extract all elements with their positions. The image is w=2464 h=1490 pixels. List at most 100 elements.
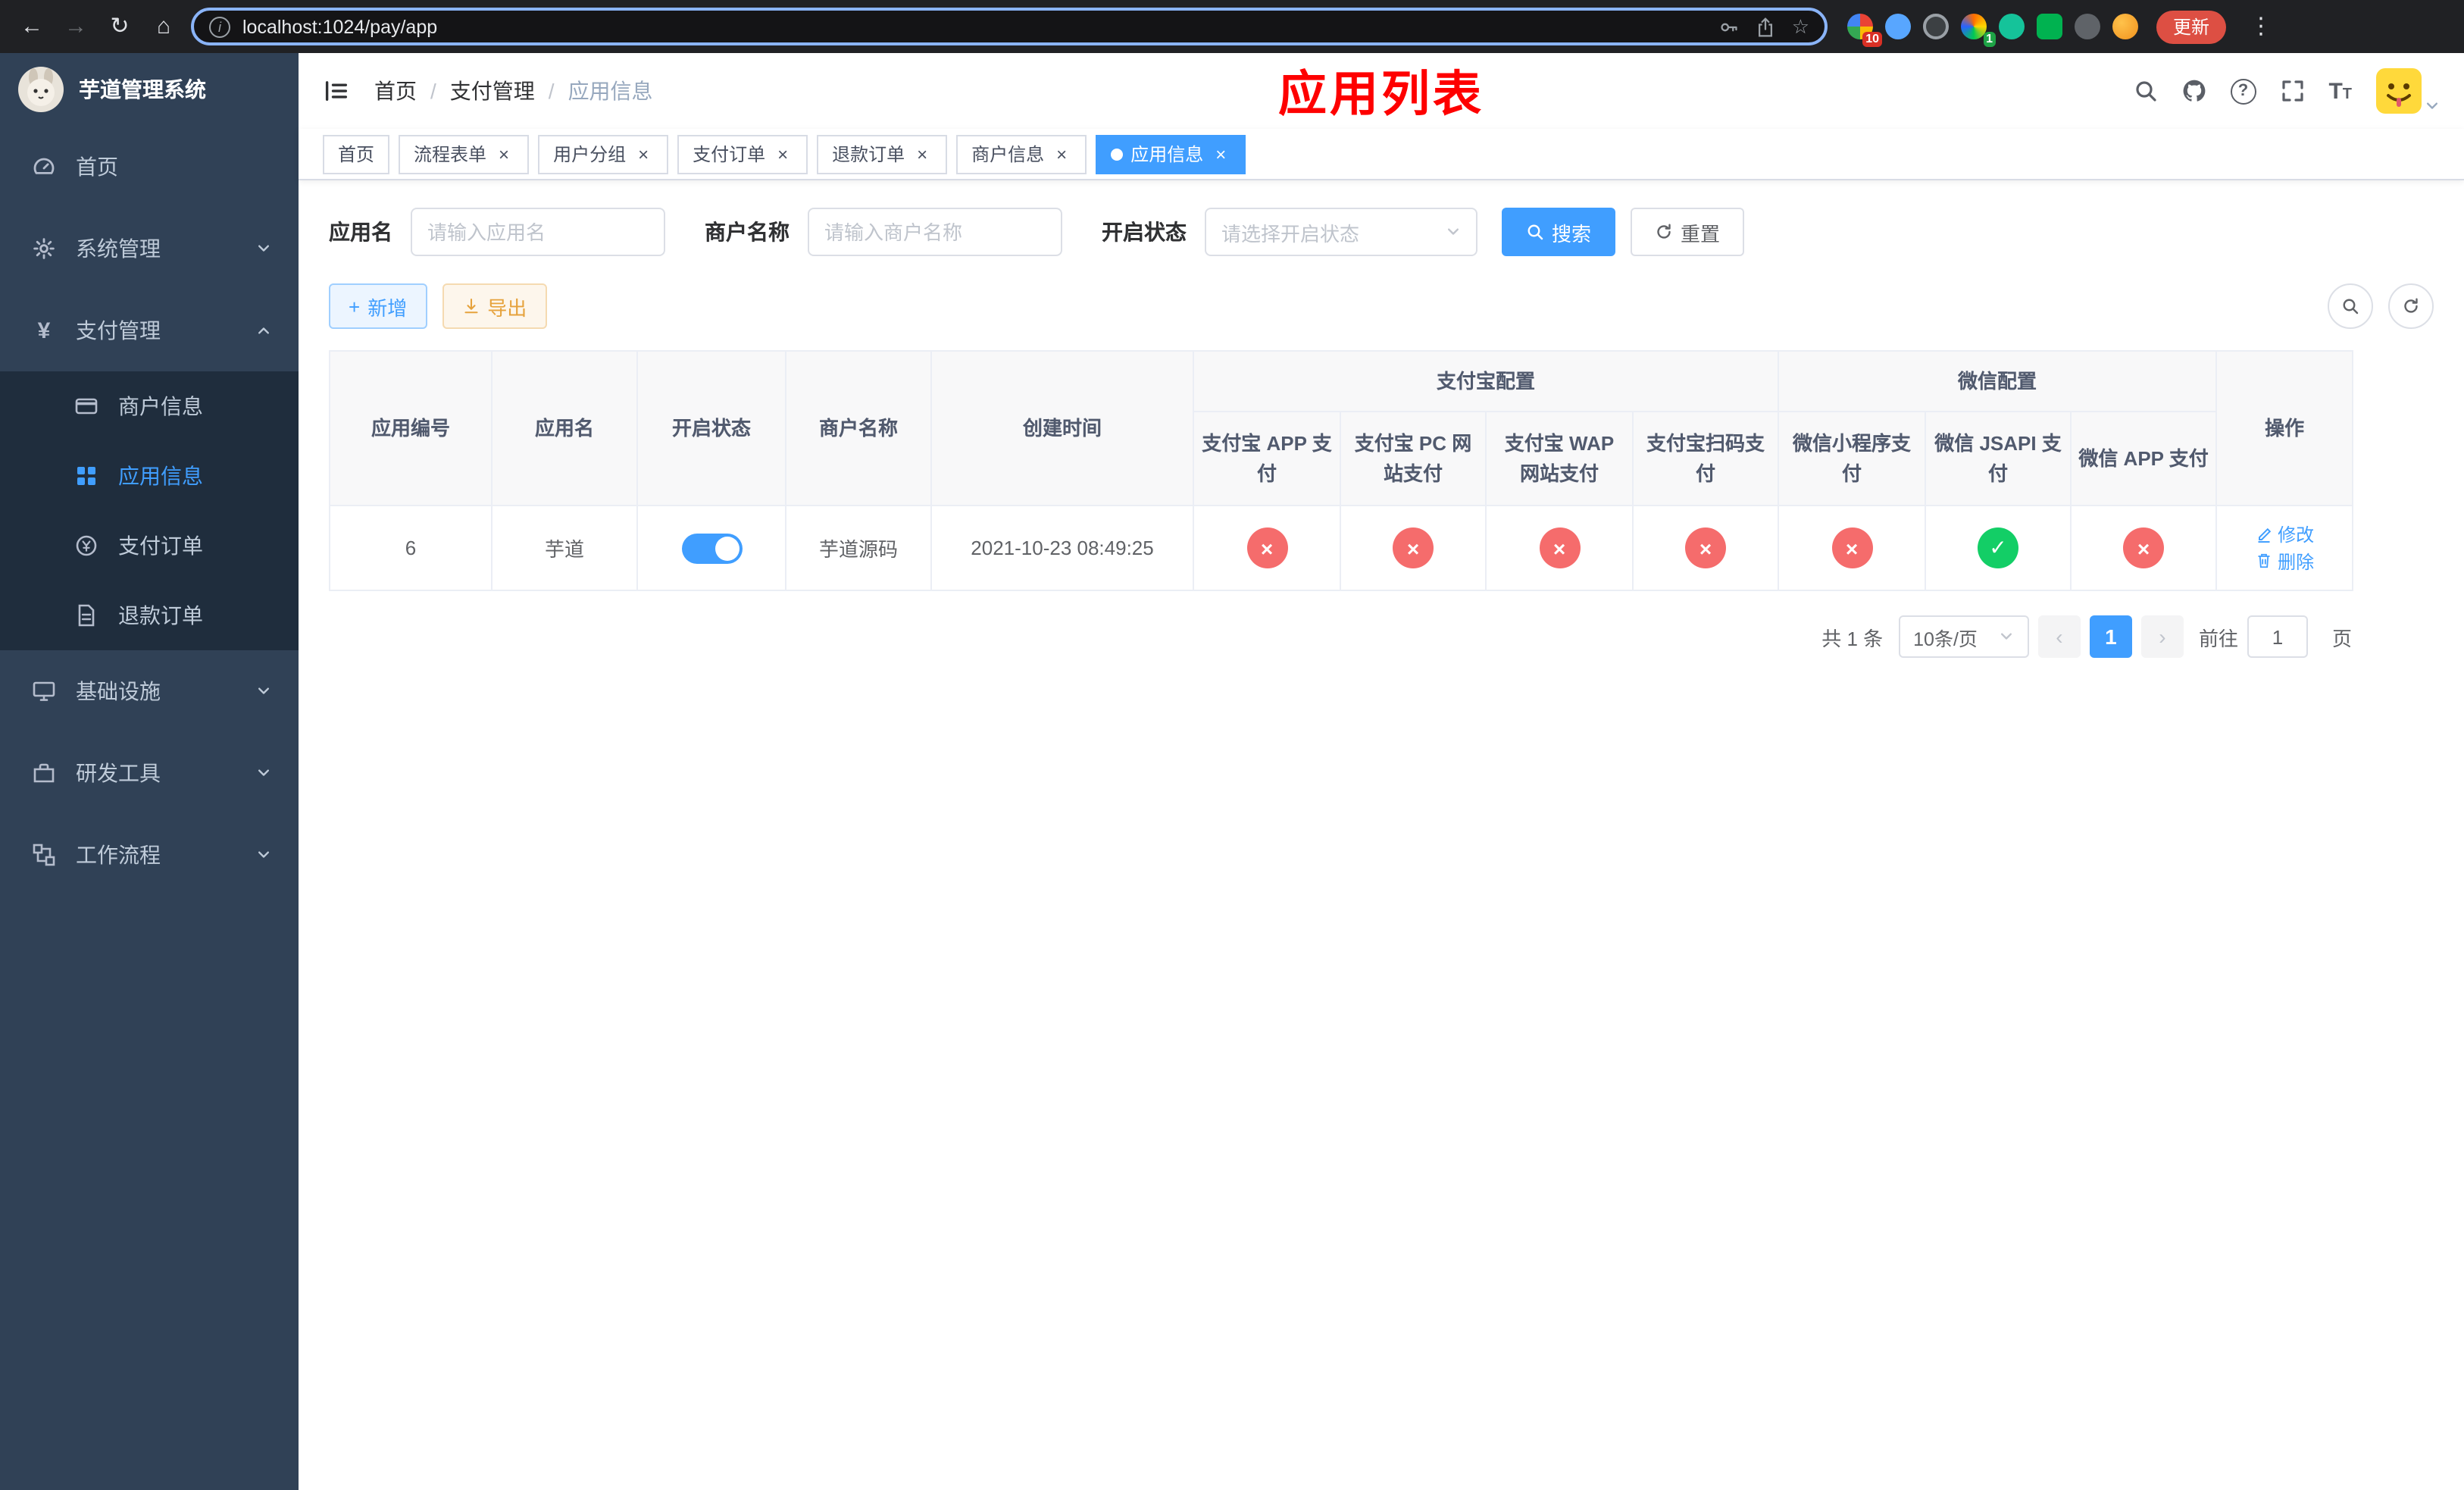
toggle-search-button[interactable]: [2328, 283, 2373, 329]
edit-link[interactable]: 修改: [2255, 521, 2314, 547]
breadcrumb-payment[interactable]: 支付管理: [450, 76, 535, 106]
col-header-merchant: 商户名称: [785, 350, 932, 506]
col-header-wx-app: 微信 APP 支付: [2070, 411, 2218, 506]
tab-close-icon[interactable]: ×: [912, 143, 932, 164]
home-button[interactable]: ⌂: [147, 10, 180, 43]
sidebar-item-app-info[interactable]: 应用信息: [0, 441, 299, 511]
sidebar-item-workflow[interactable]: 工作流程: [0, 814, 299, 896]
forward-button[interactable]: →: [59, 10, 92, 43]
update-button[interactable]: 更新: [2156, 10, 2227, 43]
page-number-button[interactable]: 1: [2089, 615, 2132, 658]
reload-button[interactable]: ↻: [103, 10, 136, 43]
extension-icon-5[interactable]: [1999, 14, 2025, 39]
status-toggle[interactable]: [681, 533, 742, 563]
status-select[interactable]: 请选择开启状态: [1205, 208, 1477, 256]
goto-prefix: 前往: [2198, 627, 2238, 650]
sidebar-item-payment[interactable]: ¥ 支付管理: [0, 290, 299, 371]
extension-icon-8[interactable]: [2112, 14, 2138, 39]
next-page-button[interactable]: ›: [2140, 615, 2184, 658]
add-button[interactable]: + 新增: [329, 283, 427, 329]
sidebar-item-merchant-info[interactable]: 商户信息: [0, 371, 299, 441]
filter-form: 应用名 商户名称 开启状态 请选择开启状态 搜索 重置: [329, 208, 2434, 256]
tab-bar: 首页 流程表单 × 用户分组 × 支付订单 × 退款订单 × 商户信息 × 应用信息 ×: [299, 129, 2464, 180]
site-info-icon[interactable]: i: [209, 16, 230, 37]
col-header-alipay-pc: 支付宝 PC 网站支付: [1340, 411, 1487, 506]
search-icon[interactable]: [2133, 79, 2157, 103]
github-icon[interactable]: [2181, 79, 2206, 103]
breadcrumb-separator: /: [548, 79, 555, 103]
sidebar-item-pay-orders[interactable]: 支付订单: [0, 511, 299, 581]
screen: ← → ↻ ⌂ i localhost:1024/pay/app ☆ 10 1 …: [0, 0, 2464, 1490]
tab-close-icon[interactable]: ×: [1052, 143, 1071, 164]
extension-icon-3[interactable]: [1923, 14, 1949, 39]
cross-status-icon: ×: [1831, 527, 1873, 568]
export-button[interactable]: 导出: [442, 283, 547, 329]
breadcrumb-separator: /: [430, 79, 436, 103]
sidebar-item-label: 支付订单: [118, 534, 203, 558]
chevron-down-icon: [256, 847, 271, 862]
tab-merchant-info[interactable]: 商户信息 ×: [956, 134, 1087, 174]
sidebar-item-infrastructure[interactable]: 基础设施: [0, 650, 299, 732]
back-button[interactable]: ←: [15, 10, 48, 43]
url-bar[interactable]: i localhost:1024/pay/app ☆: [191, 8, 1828, 45]
sidebar-item-home[interactable]: 首页: [0, 126, 299, 208]
tab-close-icon[interactable]: ×: [494, 143, 514, 164]
extension-icon-4[interactable]: 1: [1961, 14, 1996, 47]
monitor-icon: [27, 679, 61, 703]
user-menu[interactable]: [2376, 68, 2440, 114]
sidebar-item-label: 支付管理: [76, 318, 161, 343]
extension-icon-7[interactable]: [2075, 14, 2100, 39]
delete-link[interactable]: 删除: [2255, 548, 2314, 574]
extension-icon-2[interactable]: [1885, 14, 1911, 39]
browser-menu-icon[interactable]: ⋮: [2244, 10, 2278, 43]
tab-close-icon[interactable]: ×: [1211, 143, 1230, 164]
goto-suffix: 页: [2331, 627, 2352, 650]
tab-close-icon[interactable]: ×: [633, 143, 653, 164]
merchant-name-input[interactable]: [808, 208, 1062, 256]
cross-status-icon: ×: [1393, 527, 1434, 568]
sidebar-item-label: 首页: [76, 155, 118, 179]
tab-process-form[interactable]: 流程表单 ×: [399, 134, 530, 174]
extension-icon-1[interactable]: 10: [1847, 14, 1882, 47]
sidebar-item-system[interactable]: 系统管理: [0, 208, 299, 290]
tab-close-icon[interactable]: ×: [773, 143, 793, 164]
goto-page-input[interactable]: [2247, 615, 2308, 658]
cell-app-id: 6: [329, 505, 492, 591]
tab-pay-orders[interactable]: 支付订单 ×: [677, 134, 808, 174]
page-size-select[interactable]: 10条/页: [1898, 615, 2029, 658]
tab-app-info[interactable]: 应用信息 ×: [1096, 134, 1246, 174]
password-key-icon[interactable]: [1719, 16, 1740, 37]
tab-home[interactable]: 首页: [323, 134, 390, 174]
app-table: 应用编号 应用名 开启状态 商户名称 创建时间 支付宝配置 微信配置 操作 支付…: [329, 350, 2354, 591]
sidebar-item-refund-orders[interactable]: 退款订单: [0, 581, 299, 650]
fullscreen-icon[interactable]: [2280, 79, 2304, 103]
workflow-icon: [27, 843, 61, 867]
content-area: 应用名 商户名称 开启状态 请选择开启状态 搜索 重置 +新增: [299, 180, 2464, 1490]
chevron-down-icon: [256, 241, 271, 256]
font-size-icon[interactable]: TT: [2328, 78, 2352, 104]
refresh-table-button[interactable]: [2388, 283, 2434, 329]
share-icon[interactable]: [1756, 16, 1777, 37]
tab-refund-orders[interactable]: 退款订单 ×: [817, 134, 948, 174]
reset-button[interactable]: 重置: [1631, 208, 1745, 256]
col-header-status: 开启状态: [636, 350, 786, 506]
sidebar-item-label: 系统管理: [76, 236, 161, 261]
sidebar-collapse-icon[interactable]: [323, 77, 350, 105]
extensions-area: 10 1: [1847, 14, 2138, 47]
user-avatar[interactable]: [2376, 68, 2422, 114]
table-toolbar: + 新增 导出: [329, 283, 2434, 329]
prev-page-button[interactable]: ‹: [2037, 615, 2081, 658]
extension-icon-6[interactable]: [2037, 14, 2062, 39]
sidebar-item-dev-tools[interactable]: 研发工具: [0, 732, 299, 814]
cell-created: 2021-10-23 08:49:25: [930, 505, 1194, 591]
bookmark-star-icon[interactable]: ☆: [1792, 14, 1809, 39]
tab-user-group[interactable]: 用户分组 ×: [538, 134, 669, 174]
breadcrumb-home[interactable]: 首页: [374, 76, 417, 106]
app-logo: 芋道管理系统: [0, 53, 299, 126]
app-name-input[interactable]: [411, 208, 665, 256]
pagination: 共 1 条 10条/页 ‹ 1 › 前往 页: [329, 615, 2352, 658]
search-button[interactable]: 搜索: [1502, 208, 1616, 256]
sidebar-item-label: 应用信息: [118, 464, 203, 488]
tab-label: 流程表单: [414, 144, 487, 165]
help-icon[interactable]: ?: [2230, 78, 2256, 104]
